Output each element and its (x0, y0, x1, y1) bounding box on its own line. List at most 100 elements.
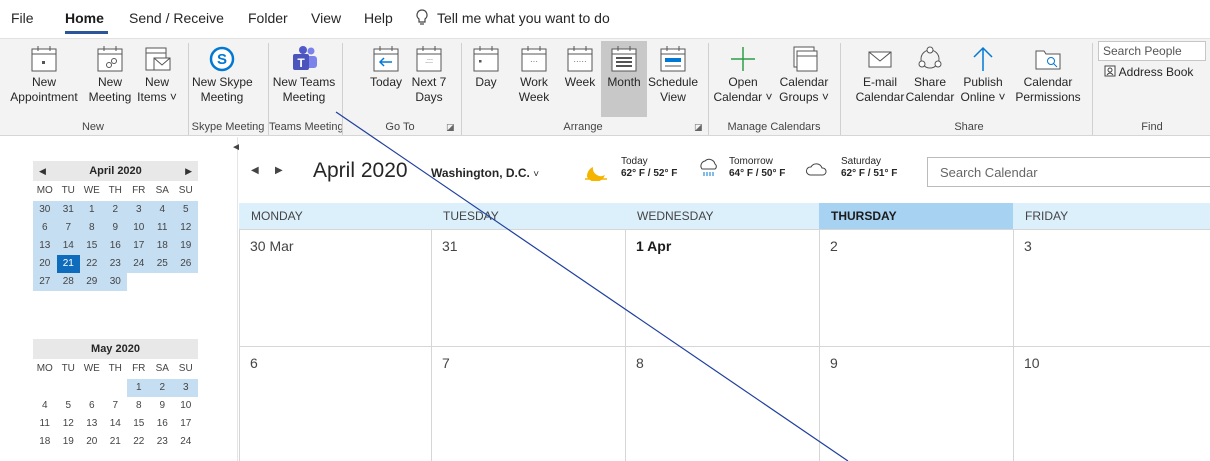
new-teams-meeting-button[interactable]: T New Teams Meeting (271, 41, 337, 117)
mini-calendar-day[interactable]: 11 (33, 415, 57, 433)
mini-calendar-day[interactable]: 10 (127, 219, 151, 237)
tell-me-search[interactable]: Tell me what you want to do (437, 10, 610, 26)
mini-calendar-day[interactable]: 18 (33, 433, 57, 451)
mini-calendar-day[interactable]: 2 (103, 201, 127, 219)
calendar-day-cell[interactable]: 8 (625, 346, 819, 461)
mini-calendar-day[interactable]: 28 (56, 273, 80, 291)
mini-calendar-day[interactable]: 2 (150, 379, 174, 397)
mini-calendar-day[interactable]: 1 (80, 201, 104, 219)
mini-calendar-day[interactable]: 4 (33, 397, 57, 415)
mini-calendar-day[interactable]: 17 (174, 415, 198, 433)
mini-calendar-day[interactable]: 14 (104, 415, 128, 433)
mini-calendar-day[interactable]: 31 (56, 201, 80, 219)
mini-calendar-day[interactable]: 20 (33, 255, 57, 273)
calendar-day-cell[interactable]: 7 (431, 346, 625, 461)
tab-file[interactable]: File (11, 10, 34, 26)
next-7-days-button[interactable]: .::: Next 7 Days (406, 41, 452, 117)
day-view-button[interactable]: Day (466, 41, 506, 117)
mini-calendar-day[interactable]: 6 (80, 397, 104, 415)
mini-calendar-day[interactable]: 17 (127, 237, 151, 255)
tab-folder[interactable]: Folder (248, 10, 288, 26)
schedule-view-button[interactable]: Schedule View (645, 41, 701, 117)
arrange-dialog-launcher-icon[interactable]: ◪ (694, 122, 704, 132)
search-calendar-input[interactable]: Search Calendar (927, 157, 1210, 187)
prev-month-icon[interactable]: ◀ (39, 161, 46, 181)
mini-calendar-day[interactable]: 9 (151, 397, 175, 415)
mini-calendar-day[interactable]: 5 (174, 201, 198, 219)
calendar-day-cell[interactable]: 10 (1013, 346, 1210, 461)
mini-calendar-day[interactable]: 18 (150, 237, 174, 255)
mini-calendar-day[interactable]: 21 (104, 433, 128, 451)
mini-calendar-day[interactable]: 6 (33, 219, 57, 237)
calendar-day-cell[interactable]: 3 (1013, 229, 1210, 346)
goto-dialog-launcher-icon[interactable]: ◪ (446, 122, 456, 132)
mini-calendar-day[interactable]: 14 (56, 237, 80, 255)
open-calendar-button[interactable]: Open Calendar ˅ (712, 41, 774, 117)
next-period-icon[interactable]: ▶ (275, 165, 283, 176)
calendar-day-cell[interactable]: 31 (431, 229, 625, 346)
mini-calendar-day[interactable]: 5 (57, 397, 81, 415)
mini-calendar-day[interactable]: 15 (127, 415, 151, 433)
new-appointment-button[interactable]: New Appointment (0, 41, 88, 117)
mini-calendar-day[interactable]: 7 (104, 397, 128, 415)
calendar-day-cell[interactable]: 2 (819, 229, 1013, 346)
mini-calendar-day[interactable]: 22 (80, 255, 104, 273)
work-week-button[interactable]: ··· Work Week (514, 41, 554, 117)
mini-calendar-day[interactable]: 3 (174, 379, 198, 397)
mini-calendar-day[interactable]: 20 (80, 433, 104, 451)
mini-calendar-day[interactable]: 30 (103, 273, 127, 291)
tab-send-receive[interactable]: Send / Receive (129, 10, 224, 26)
mini-calendar-day[interactable]: 15 (80, 237, 104, 255)
mini-calendar-day[interactable]: 23 (103, 255, 127, 273)
mini-calendar-day[interactable]: 26 (174, 255, 198, 273)
publish-online-button[interactable]: Publish Online ˅ (955, 41, 1011, 117)
mini-calendar-day[interactable]: 8 (80, 219, 104, 237)
mini-calendar-day[interactable]: 1 (127, 379, 151, 397)
mini-calendar-day[interactable]: 19 (174, 237, 198, 255)
address-book-button[interactable]: Address Book (1104, 65, 1193, 79)
mini-calendar-day[interactable]: 25 (150, 255, 174, 273)
mini-calendar-day[interactable]: 13 (80, 415, 104, 433)
mini-calendar-day[interactable]: 24 (127, 255, 151, 273)
new-items-button[interactable]: New Items ˅ (132, 41, 182, 117)
email-calendar-button[interactable]: E-mail Calendar (855, 41, 905, 117)
mini-calendar-day[interactable]: 11 (150, 219, 174, 237)
tab-view[interactable]: View (311, 10, 341, 26)
tab-home[interactable]: Home (65, 10, 104, 26)
calendar-day-cell[interactable]: 30 Mar (239, 229, 431, 346)
mini-calendar-day[interactable]: 22 (127, 433, 151, 451)
new-meeting-button[interactable]: New Meeting (84, 41, 136, 117)
mini-calendar-day[interactable]: 29 (80, 273, 104, 291)
calendar-groups-button[interactable]: Calendar Groups ˅ (776, 41, 832, 117)
mini-calendar-day[interactable]: 16 (151, 415, 175, 433)
mini-calendar-day[interactable]: 16 (103, 237, 127, 255)
mini-calendar-day[interactable]: 4 (150, 201, 174, 219)
mini-calendar-today[interactable]: 21 (56, 255, 80, 273)
mini-calendar-day[interactable]: 12 (57, 415, 81, 433)
mini-calendar-day[interactable]: 8 (127, 397, 151, 415)
mini-calendar-day[interactable]: 7 (56, 219, 80, 237)
calendar-day-cell[interactable]: 6 (239, 346, 431, 461)
mini-calendar-day[interactable]: 27 (33, 273, 57, 291)
mini-calendar-day[interactable]: 24 (174, 433, 198, 451)
share-calendar-button[interactable]: Share Calendar (905, 41, 955, 117)
calendar-permissions-button[interactable]: Calendar Permissions (1012, 41, 1084, 117)
week-view-button[interactable]: ····· Week (560, 41, 600, 117)
month-view-button[interactable]: Month (601, 41, 647, 117)
prev-period-icon[interactable]: ◀ (251, 165, 259, 176)
calendar-day-cell[interactable]: 9 (819, 346, 1013, 461)
mini-calendar-day[interactable]: 3 (127, 201, 151, 219)
mini-calendar-day[interactable]: 9 (103, 219, 127, 237)
mini-calendar-day[interactable]: 10 (174, 397, 198, 415)
next-month-icon[interactable]: ▶ (185, 161, 192, 181)
mini-calendar-day[interactable]: 23 (151, 433, 175, 451)
calendar-day-cell[interactable]: 1 Apr (625, 229, 819, 346)
mini-calendar-day[interactable]: 30 (33, 201, 57, 219)
mini-calendar-day[interactable]: 19 (57, 433, 81, 451)
tab-help[interactable]: Help (364, 10, 393, 26)
search-people-input[interactable]: Search People (1098, 41, 1206, 61)
mini-calendar-day[interactable]: 12 (174, 219, 198, 237)
location-dropdown[interactable]: Washington, D.C. ˅ (431, 166, 539, 180)
today-button[interactable]: Today (366, 41, 406, 117)
new-skype-meeting-button[interactable]: S New Skype Meeting (192, 41, 253, 117)
